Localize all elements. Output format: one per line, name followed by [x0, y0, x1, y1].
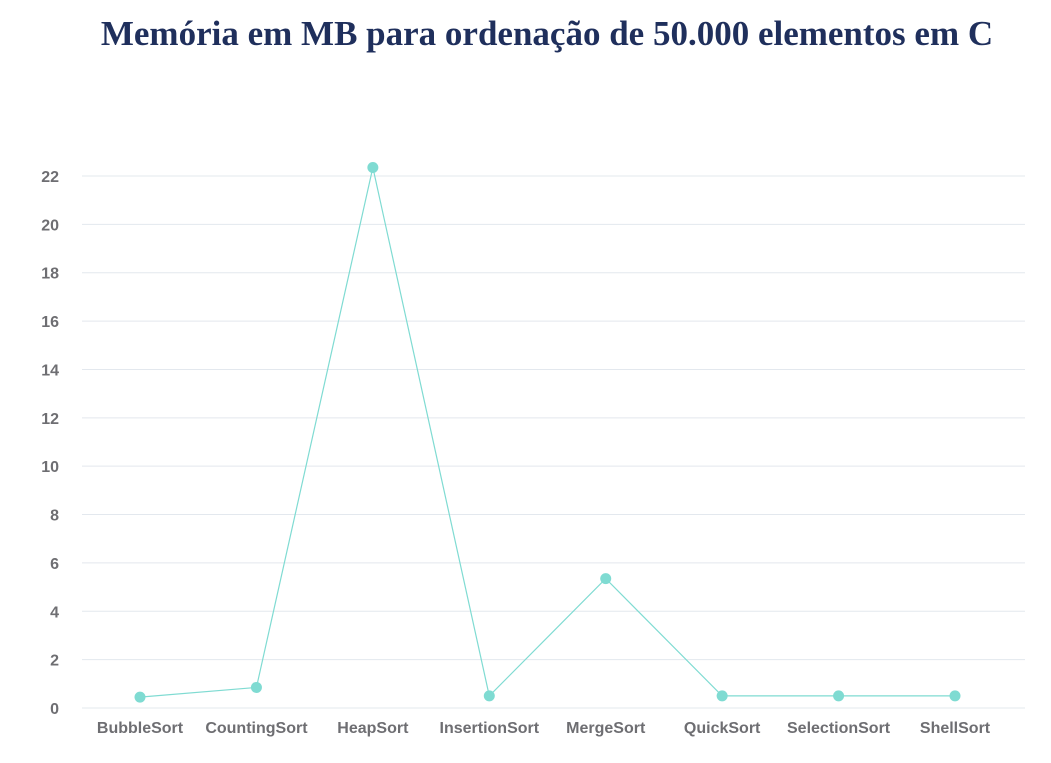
- y-tick-label: 6: [50, 556, 59, 573]
- x-tick-label: MergeSort: [566, 720, 646, 737]
- data-point-quicksort[interactable]: [716, 690, 728, 702]
- y-tick-label: 10: [41, 459, 59, 476]
- data-point-countingsort[interactable]: [250, 681, 262, 693]
- data-point-insertionsort[interactable]: [483, 690, 495, 702]
- x-tick-label: BubbleSort: [97, 720, 184, 737]
- y-tick-label: 2: [50, 653, 59, 670]
- x-tick-label: HeapSort: [337, 720, 409, 737]
- series-layer: [134, 162, 961, 703]
- gridlines: [82, 175, 1025, 709]
- x-axis-ticks: BubbleSort CountingSort HeapSort InsertionS…: [97, 720, 991, 737]
- y-tick-label: 8: [50, 508, 59, 525]
- x-tick-label: CountingSort: [205, 720, 308, 737]
- data-point-bubblesort[interactable]: [134, 691, 146, 703]
- y-tick-label: 18: [41, 266, 59, 283]
- y-tick-label: 20: [41, 217, 59, 234]
- y-tick-label: 0: [50, 701, 59, 718]
- line-chart: 0 2 4 6 8 10 12 14 16 18 20 22 BubbleSort CountingSo…: [41, 162, 1025, 737]
- y-tick-label: 12: [41, 411, 59, 428]
- series-line: [139, 167, 956, 698]
- data-point-heapsort[interactable]: [367, 162, 379, 174]
- data-point-shellsort[interactable]: [949, 690, 961, 702]
- x-tick-label: QuickSort: [684, 720, 761, 737]
- x-tick-label: InsertionSort: [440, 720, 540, 737]
- y-tick-label: 22: [41, 169, 59, 186]
- y-tick-label: 4: [50, 604, 59, 621]
- y-tick-label: 14: [41, 362, 59, 379]
- data-point-mergesort[interactable]: [600, 573, 612, 585]
- y-axis-ticks: 0 2 4 6 8 10 12 14 16 18 20 22: [41, 169, 59, 718]
- data-point-selectionsort[interactable]: [833, 690, 845, 702]
- y-tick-label: 16: [41, 314, 59, 331]
- x-tick-label: ShellSort: [920, 720, 991, 737]
- x-tick-label: SelectionSort: [787, 720, 891, 737]
